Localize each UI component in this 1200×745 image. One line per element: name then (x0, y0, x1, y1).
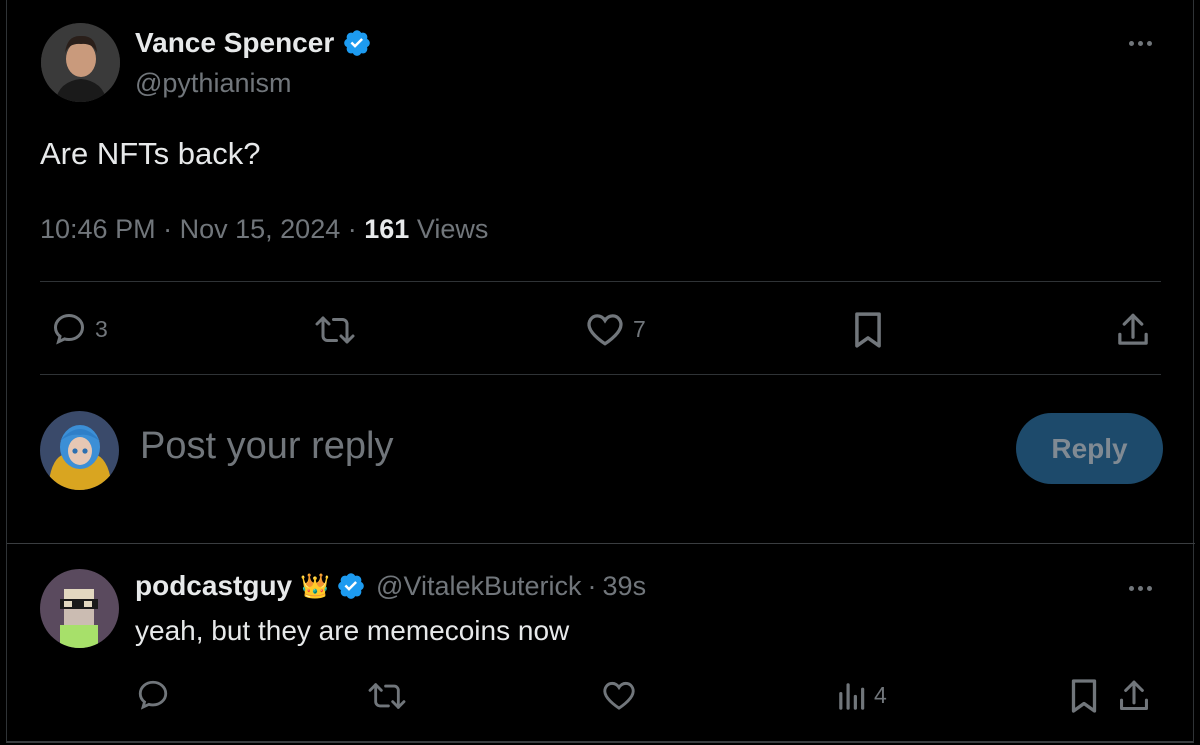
section-divider (7, 543, 1195, 544)
reply-count: 3 (95, 315, 108, 342)
author-avatar[interactable] (41, 23, 120, 102)
tweet-text: Are NFTs back? (40, 136, 261, 171)
meta-separator: · (163, 214, 173, 244)
reply-input[interactable]: Post your reply (140, 425, 393, 468)
divider (40, 374, 1161, 375)
heart-icon (603, 681, 635, 710)
author-name[interactable]: Vance Spencer (135, 27, 334, 59)
reply-reply-action[interactable] (136, 678, 170, 712)
user-avatar[interactable] (40, 411, 119, 490)
bookmark-icon (855, 312, 881, 348)
like-action[interactable]: 7 (585, 311, 646, 347)
author-handle[interactable]: @pythianism (135, 68, 291, 99)
analytics-icon (839, 683, 865, 710)
repost-icon (368, 683, 406, 709)
crown-icon: 👑 (300, 572, 331, 600)
verified-badge-icon (342, 28, 372, 58)
reply-author-handle[interactable]: @VitalekButerick (376, 571, 582, 602)
bookmark-icon (1071, 679, 1097, 713)
meta-separator: · (347, 214, 357, 244)
reply-views-action[interactable]: 4 (836, 679, 887, 711)
reply-text: yeah, but they are memecoins now (135, 615, 570, 646)
views-count: 161 (364, 214, 410, 244)
meta-separator: · (587, 570, 597, 601)
verified-badge-icon (336, 571, 366, 601)
reply-views-count: 4 (874, 681, 887, 708)
reply-bookmark-action[interactable] (1069, 678, 1099, 714)
like-count: 7 (633, 315, 646, 342)
tweet-detail-panel: Vance Spencer @pythianism Are NFTs back?… (6, 0, 1195, 743)
reply-button[interactable]: Reply (1016, 413, 1163, 484)
reply-age[interactable]: 39s (603, 571, 647, 602)
reply-share-action[interactable] (1117, 678, 1151, 714)
views-label: Views (416, 214, 489, 244)
more-options-icon[interactable] (1129, 41, 1152, 46)
share-action[interactable] (1115, 311, 1151, 349)
tweet-meta: 10:46 PM · Nov 15, 2024 · 161 Views (40, 214, 488, 245)
reply-author-name[interactable]: podcastguy (135, 570, 292, 602)
reply-action[interactable]: 3 (51, 311, 108, 347)
share-icon (1118, 313, 1148, 345)
tweet-date[interactable]: Nov 15, 2024 (180, 214, 341, 244)
reply-author-avatar[interactable] (40, 569, 119, 648)
reply-more-options-icon[interactable] (1129, 586, 1152, 591)
share-icon (1120, 680, 1148, 710)
repost-action[interactable] (314, 311, 356, 349)
divider (40, 281, 1161, 282)
reply-like-action[interactable] (601, 679, 637, 711)
reply-icon (53, 313, 85, 345)
heart-icon (587, 314, 623, 346)
reply-icon (138, 680, 168, 710)
bookmark-action[interactable] (852, 311, 884, 349)
reply-repost-action[interactable] (367, 679, 407, 713)
tweet-time[interactable]: 10:46 PM (40, 214, 156, 244)
repost-icon (315, 316, 355, 344)
